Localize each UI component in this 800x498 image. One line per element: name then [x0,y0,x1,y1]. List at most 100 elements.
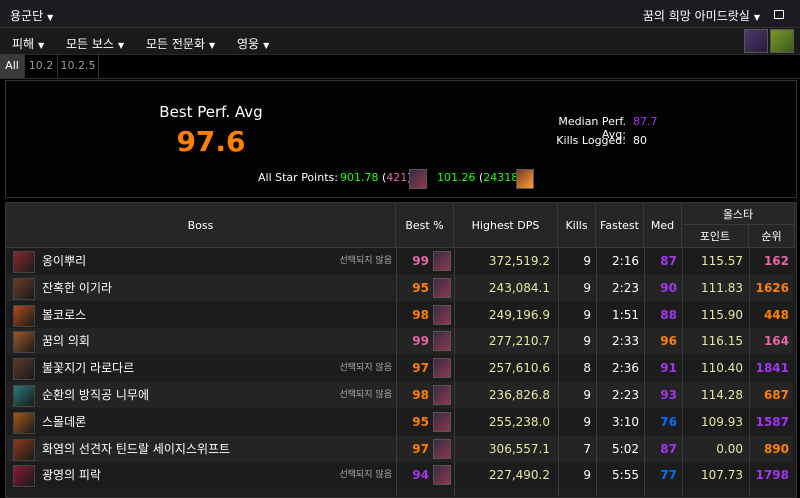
boss-name[interactable]: 순환의 방직공 니무에 [42,382,149,408]
table-row[interactable]: 화염의 선견자 틴드랄 세이지스위프트 97 306,557.1 7 5:02 87 0.0… [7,435,793,462]
allstar-points: 111.83 [701,280,743,295]
kills-count: 9 [583,280,591,295]
top-bar: 용군단 ▼ 꿈의 희망 아미드랏실 ▼ [0,0,800,28]
best-percent: 99 [412,334,429,349]
fastest-time: 5:55 [612,468,639,483]
spec-icon [433,465,451,486]
column-divider [454,248,455,496]
boss-name[interactable]: 화염의 선견자 틴드랄 세이지스위프트 [42,436,230,462]
allstar-points: 109.93 [701,414,743,429]
spec-icon [433,251,451,271]
col-points[interactable]: 포인트 [682,225,749,248]
col-boss[interactable]: Boss [6,203,396,248]
median-percent: 90 [660,280,677,295]
boss-name[interactable]: 불꽃지기 라로다르 [42,355,134,381]
highest-dps: 236,826.8 [488,388,550,402]
caret-down-icon: ▼ [117,41,125,50]
col-fastest[interactable]: Fastest [596,203,644,248]
table-row[interactable]: 광영의 피락 선택되지 않음 94 227,490.2 9 5:55 77 107.73 179… [7,462,793,489]
highest-dps: 372,519.2 [488,254,550,268]
kills-count: 7 [583,441,591,456]
menu-label: 모든 보스 [66,37,114,51]
boss-icon [13,385,35,407]
col-best[interactable]: Best % [396,203,454,248]
boss-name[interactable]: 잔혹한 이기라 [42,275,112,301]
star-points-label: All Star Points: [258,171,338,184]
column-divider [644,248,645,496]
table-row[interactable]: 스몰데론 95 255,238.0 9 3:10 76 109.93 1587 [7,408,793,435]
star-rank-value: 24318 [483,171,519,184]
raid-dropdown[interactable]: 꿈의 희망 아미드랏실 ▼ [643,7,760,24]
raid-icon[interactable] [744,29,768,53]
allstar-rank: 687 [763,388,789,402]
column-divider [682,248,683,496]
not-selected-tag: 선택되지 않음 [339,390,392,400]
maximize-icon[interactable] [774,10,784,19]
boss-icon [13,438,35,461]
table-row[interactable]: 잔혹한 이기라 95 243,084.1 9 2:23 90 111.83 1626 [7,274,793,301]
not-selected-tag: 선택되지 않음 [339,470,392,481]
best-percent: 95 [412,414,429,429]
spec-icon [433,331,451,352]
median-percent: 91 [660,361,677,376]
tab-all[interactable]: All [0,54,25,78]
highest-dps: 257,610.6 [488,361,550,376]
col-kills[interactable]: Kills [558,203,596,248]
highest-dps: 255,238.0 [488,414,550,429]
boss-name[interactable]: 볼코로스 [42,302,86,328]
caret-down-icon: ▼ [209,41,216,50]
menu-specs[interactable]: 모든 전문화 ▼ [146,35,215,52]
table-row[interactable]: 꿈의 의회 99 277,210.7 9 2:33 96 116.15 164 [7,328,793,355]
table-row[interactable]: 순환의 방직공 니무에 선택되지 않음 98 236,826.8 9 2:23 93 114.… [7,382,793,408]
tab-10-2-5[interactable]: 10.2.5 [58,54,99,78]
boss-icon [13,465,35,488]
allstar-points: 114.28 [701,388,743,402]
column-divider [596,248,597,496]
fastest-time: 2:23 [612,280,639,295]
fastest-time: 5:02 [612,441,639,456]
median-percent: 76 [660,414,677,429]
highest-dps: 227,490.2 [488,468,550,483]
table-row[interactable]: 볼코로스 98 249,196.9 9 1:51 88 115.90 448 [7,301,793,328]
median-percent: 87 [660,441,677,456]
col-med[interactable]: Med [644,203,682,248]
col-rank[interactable]: 순위 [749,225,795,248]
boss-name[interactable]: 꿈의 의회 [42,328,90,354]
menu-damage[interactable]: 피해 ▼ [12,35,44,52]
spec-icon [433,277,451,298]
boss-name[interactable]: 광영의 피락 [42,462,101,488]
caret-down-icon: ▼ [263,41,270,50]
best-percent: 97 [412,361,429,376]
kills-count: 9 [583,254,591,268]
boss-name[interactable]: 옹이뿌리 [42,248,86,274]
menu-label: 영웅 [237,37,260,51]
boss-icon [13,304,35,327]
column-divider [396,248,397,496]
allstar-rank: 448 [763,307,789,322]
boss-name[interactable]: 스몰데론 [42,409,86,435]
menu-difficulty[interactable]: 영웅 ▼ [237,35,269,52]
spec-icon [433,438,451,459]
best-perf-value: 97.6 [176,125,246,158]
fastest-time: 1:51 [612,307,639,322]
tab-10-2[interactable]: 10.2 [25,54,58,78]
allstar-points: 0.00 [716,441,743,456]
col-dps[interactable]: Highest DPS [454,203,558,248]
menu-bosses[interactable]: 모든 보스 ▼ [66,35,124,52]
fastest-time: 2:23 [612,388,639,402]
table-row[interactable]: 옹이뿌리 선택되지 않음 99 372,519.2 9 2:16 87 115.57 162 [7,248,793,274]
guild-dropdown[interactable]: 용군단 ▼ [10,7,53,24]
table-row[interactable]: 불꽃지기 라로다르 선택되지 않음 97 257,610.6 8 2:36 91 110.40… [7,355,793,382]
best-percent: 94 [412,468,429,483]
median-percent: 93 [660,388,677,402]
median-percent: 88 [660,307,677,322]
allstar-rank: 162 [763,254,789,268]
key-icon[interactable] [770,29,794,53]
highest-dps: 243,084.1 [488,280,550,295]
best-perf-label: Best Perf. Avg [159,103,263,121]
spec-icon [409,169,427,189]
kills-count: 9 [583,307,591,322]
allstar-points: 110.40 [701,361,743,376]
median-percent: 87 [660,254,677,268]
kills-count: 9 [583,468,591,483]
